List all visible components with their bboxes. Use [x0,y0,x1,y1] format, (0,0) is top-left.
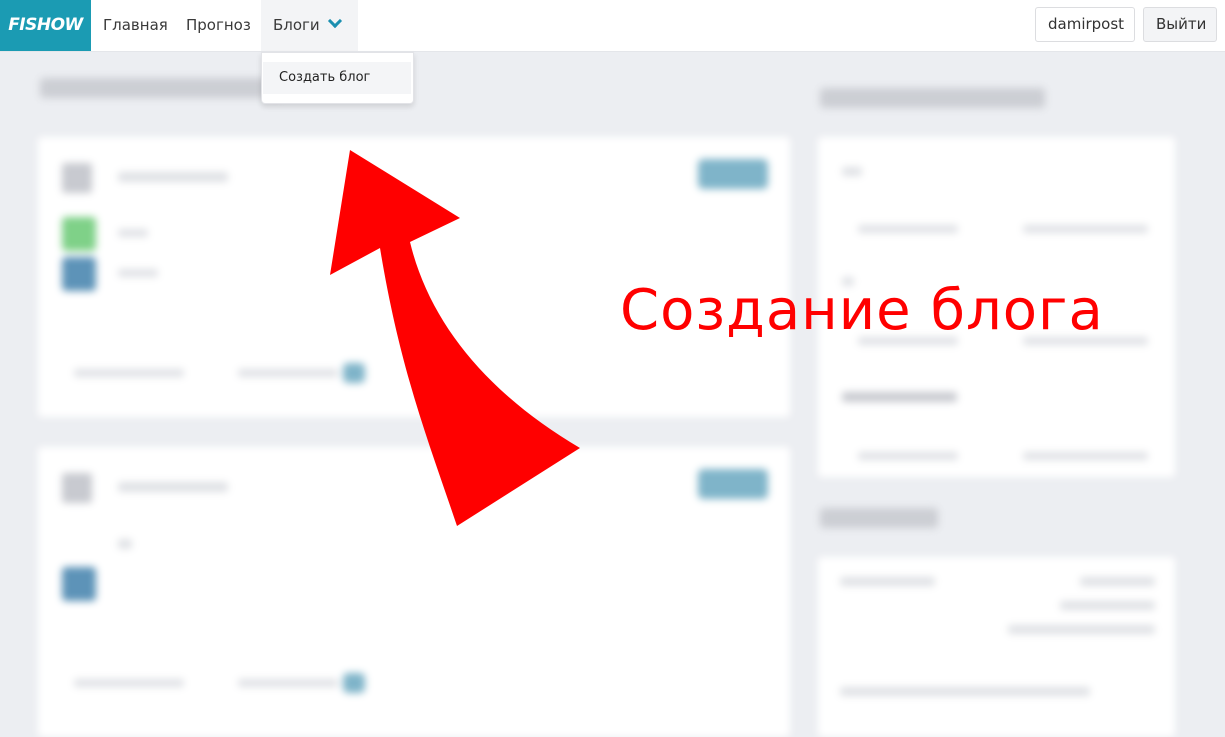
top-navbar: FISHOW Главная Прогноз Блоги damirpost В… [0,0,1225,52]
poll-bar [62,257,96,291]
post-author [118,482,228,492]
avatar [62,163,92,193]
annotation-arrow-icon [330,150,580,526]
forecast-item [1080,577,1155,586]
blog-title [842,392,957,402]
brand-logo[interactable]: FISHOW [0,0,91,51]
post-action-button [698,469,768,499]
blurred-page-content [0,52,1225,737]
forecast-item [840,687,1090,696]
blog-meta [858,452,958,460]
comments-icon [343,673,365,693]
poll-label [118,229,148,237]
post-meta [74,369,184,377]
poll-label [118,269,158,277]
logout-button[interactable]: Выйти [1143,7,1217,42]
post-author [118,172,228,182]
chevron-down-icon [327,13,342,29]
blog-title [842,167,862,176]
nav-blogs-label: Блоги [273,16,320,34]
post-comments [238,679,338,687]
blog-meta [858,225,958,233]
user-profile-button[interactable]: damirpost [1035,7,1135,42]
annotation-label: Создание блога [620,278,1104,343]
blog-meta [1023,225,1148,233]
post-action-button [698,159,768,189]
popular-blogs-title [820,88,1045,108]
poll-bar [62,567,96,601]
create-blog-menu-item[interactable]: Создать блог [263,62,411,94]
blog-meta [1023,452,1148,460]
forecast-item [1008,625,1155,634]
forecasts-card [818,557,1175,737]
poll-label [118,539,132,549]
post-meta [74,679,184,687]
nav-forecast-link[interactable]: Прогноз [174,0,263,51]
poll-bar [62,217,96,251]
blogs-dropdown-menu: Создать блог [261,52,414,104]
forecast-item [840,577,935,586]
latest-posts-title [40,78,285,98]
avatar [62,473,92,503]
forecast-item [1060,601,1155,610]
nav-blogs-dropdown[interactable]: Блоги [261,0,358,51]
forecasts-title [820,508,938,528]
nav-home-link[interactable]: Главная [91,0,180,51]
